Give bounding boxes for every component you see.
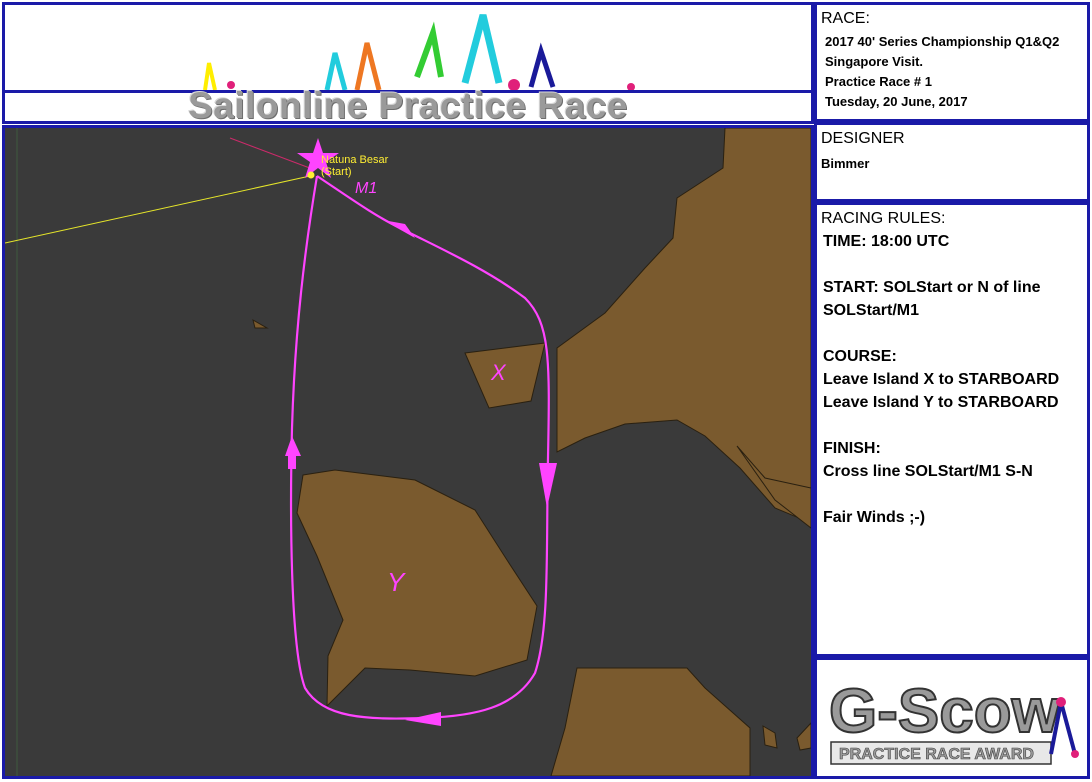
rule-course: Leave Island X to STARBOARD	[823, 371, 1060, 388]
race-line: Tuesday, 20 June, 2017	[825, 94, 968, 109]
award-subtitle: PRACTICE RACE AWARD	[839, 746, 1034, 763]
award-logo: G-Scow PRACTICE RACE AWARD	[828, 676, 1079, 765]
course-map[interactable]: Natuna Besar (Start) M1 X Y	[2, 125, 814, 779]
designer-heading: DESIGNER	[821, 130, 905, 147]
sail-green-icon	[414, 21, 444, 79]
header-banner: Sailonline Practice Race	[2, 2, 814, 126]
rule-course-heading: COURSE:	[823, 348, 897, 365]
designer-name: Bimmer	[821, 156, 870, 171]
land-east	[556, 128, 811, 524]
islet	[762, 725, 778, 749]
award-buoy-icon	[1071, 750, 1079, 758]
rules-box: RACING RULES: TIME: 18:00 UTC START: SOL…	[814, 202, 1090, 657]
sail-cyan-large-icon	[461, 14, 503, 84]
rule-finish: Cross line SOLStart/M1 S-N	[823, 463, 1033, 480]
route-arrow-shaft	[544, 463, 552, 483]
rule-start: START: SOLStart or N of line	[823, 279, 1041, 296]
map-svg: Natuna Besar (Start) M1 X Y	[5, 128, 811, 776]
island-y	[296, 469, 538, 708]
mark-m1-label: M1	[355, 180, 377, 197]
rule-finish-heading: FINISH:	[823, 440, 881, 457]
rule-time: TIME: 18:00 UTC	[823, 233, 950, 250]
route-arrow-icon	[405, 712, 441, 726]
award-buoy-icon	[1056, 697, 1066, 707]
award-logo-text: G-Scow	[829, 677, 1061, 746]
sail-navy-icon	[528, 42, 556, 88]
land-south	[550, 667, 751, 776]
start-line	[5, 175, 311, 244]
race-box: RACE: 2017 40' Series Championship Q1&Q2…	[814, 2, 1090, 122]
sail-icons	[195, 14, 665, 92]
banner-title: Sailonline Practice Race	[188, 85, 628, 126]
island-y-label: Y	[387, 567, 406, 597]
race-line: Practice Race # 1	[825, 74, 932, 89]
info-panel: RACE: 2017 40' Series Championship Q1&Q2…	[814, 2, 1090, 779]
rule-closing: Fair Winds ;-)	[823, 509, 926, 526]
award-box: G-Scow PRACTICE RACE AWARD	[814, 657, 1090, 779]
islet	[796, 722, 811, 751]
race-heading: RACE:	[821, 10, 870, 27]
rule-course: Leave Island Y to STARBOARD	[823, 394, 1059, 411]
race-line: 2017 40' Series Championship Q1&Q2	[825, 34, 1060, 49]
islet	[252, 318, 269, 329]
route-arrow-shaft	[288, 453, 296, 469]
rule-start-line: SOLStart/M1	[823, 302, 920, 319]
sail-orange-icon	[354, 42, 382, 91]
island-x-label: X	[490, 360, 507, 385]
designer-box: DESIGNER Bimmer	[814, 122, 1090, 202]
rules-heading: RACING RULES:	[821, 210, 946, 227]
start-label-name: Natuna Besar	[321, 154, 389, 166]
race-line: Singapore Visit.	[825, 54, 924, 69]
start-marker-icon[interactable]	[307, 171, 315, 179]
start-label-sub: (Start)	[321, 166, 352, 178]
